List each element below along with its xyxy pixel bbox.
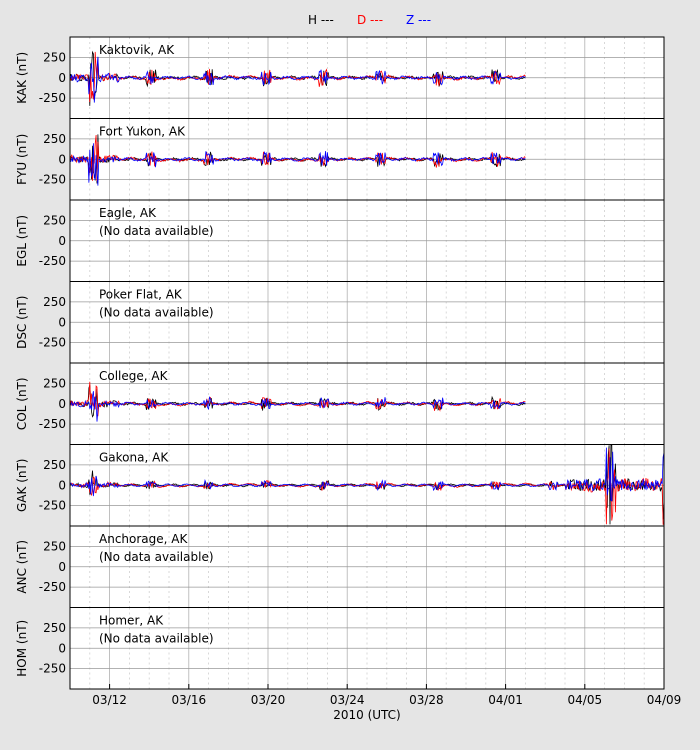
y-tick-label: 250 — [43, 132, 66, 146]
y-axis-label: DSC (nT) — [15, 296, 29, 349]
panel-6: 250 0 -250 Anchorage, AK (No data available)… — [15, 525, 665, 608]
y-axis-label: HOM (nT) — [15, 620, 29, 677]
x-tick-label: 03/12 — [92, 693, 127, 707]
y-tick-label: 0 — [58, 315, 66, 329]
legend-h: H --- — [308, 13, 334, 27]
y-axis-label: COL (nT) — [15, 377, 29, 430]
station-name: Homer, AK — [99, 614, 164, 628]
y-tick-label: -250 — [39, 662, 66, 676]
station-name: Poker Flat, AK — [99, 288, 183, 302]
legend-d: D --- — [357, 13, 383, 27]
station-name: Eagle, AK — [99, 206, 157, 220]
no-data-note: (No data available) — [99, 550, 214, 564]
y-axis-label: GAK (nT) — [15, 459, 29, 513]
panels: 250 0 -250 Kaktovik, AK KAK (nT) 250 0 -250 Fort… — [15, 36, 665, 690]
x-tick-label: 03/20 — [251, 693, 286, 707]
y-tick-label: 250 — [43, 458, 66, 472]
station-name: Fort Yukon, AK — [99, 125, 186, 139]
x-tick-label: 03/16 — [172, 693, 207, 707]
panel-1: 250 0 -250 Fort Yukon, AK FYU (nT) — [15, 118, 665, 201]
y-axis-label: FYU (nT) — [15, 134, 29, 185]
y-tick-label: 250 — [43, 213, 66, 227]
panel-4: 250 0 -250 College, AK COL (nT) — [15, 362, 665, 445]
y-tick-label: 250 — [43, 539, 66, 553]
y-tick-label: -250 — [39, 91, 66, 105]
magnetometer-chart: H --- D --- Z --- 250 0 -250 Kaktovik, AK KA… — [0, 0, 700, 750]
no-data-note: (No data available) — [99, 306, 214, 320]
x-tick-label: 04/09 — [647, 693, 682, 707]
y-tick-label: 250 — [43, 376, 66, 390]
station-name: Anchorage, AK — [99, 532, 188, 546]
x-tick-label: 04/05 — [568, 693, 603, 707]
panel-3: 250 0 -250 Poker Flat, AK (No data available… — [15, 281, 665, 364]
y-tick-label: 0 — [58, 71, 66, 85]
y-tick-label: -250 — [39, 417, 66, 431]
y-tick-label: 250 — [43, 50, 66, 64]
y-tick-label: 0 — [58, 478, 66, 492]
station-name: Kaktovik, AK — [99, 43, 175, 57]
y-axis-label: KAK (nT) — [15, 52, 29, 104]
no-data-note: (No data available) — [99, 224, 214, 238]
panel-2: 250 0 -250 Eagle, AK (No data available) EGL … — [15, 199, 665, 282]
station-name: College, AK — [99, 369, 169, 383]
y-tick-label: 0 — [58, 234, 66, 248]
y-tick-label: -250 — [39, 499, 66, 513]
y-tick-label: 0 — [58, 560, 66, 574]
x-tick-label: 03/24 — [330, 693, 365, 707]
y-axis-label: ANC (nT) — [15, 540, 29, 594]
y-tick-label: 0 — [58, 641, 66, 655]
legend: H --- D --- Z --- — [308, 13, 431, 27]
legend-z: Z --- — [406, 13, 431, 27]
y-tick-label: 250 — [43, 295, 66, 309]
no-data-note: (No data available) — [99, 632, 214, 646]
panel-7: 250 0 -250 Homer, AK (No data available) HOM … — [15, 607, 665, 690]
station-name: Gakona, AK — [99, 451, 169, 465]
x-tick-label: 04/01 — [488, 693, 523, 707]
panel-5: 250 0 -250 Gakona, AK GAK (nT) — [15, 444, 665, 527]
y-tick-label: -250 — [39, 336, 66, 350]
y-axis-label: EGL (nT) — [15, 215, 29, 267]
y-tick-label: -250 — [39, 580, 66, 594]
y-tick-label: 0 — [58, 397, 66, 411]
panel-0: 250 0 -250 Kaktovik, AK KAK (nT) — [15, 36, 665, 119]
y-tick-label: 250 — [43, 621, 66, 635]
y-tick-label: -250 — [39, 173, 66, 187]
x-tick-label: 03/28 — [409, 693, 444, 707]
y-tick-label: 0 — [58, 152, 66, 166]
x-axis-label: 2010 (UTC) — [333, 708, 401, 722]
y-tick-label: -250 — [39, 254, 66, 268]
